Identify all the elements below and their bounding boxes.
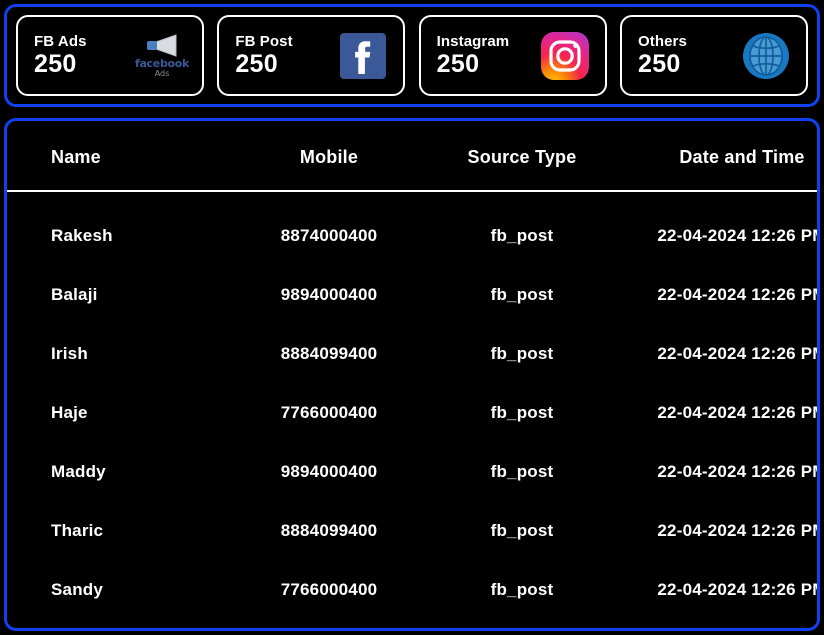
cell-date-time: 22-04-2024 12:26 PM — [657, 579, 820, 599]
stat-card-label: Instagram — [436, 33, 510, 50]
table-body: Rakesh 8874000400 fb_post 22-04-2024 12:… — [7, 191, 820, 619]
stat-card-text: FB Ads 250 — [34, 34, 87, 77]
stat-card-instagram[interactable]: Instagram 250 — [418, 15, 607, 96]
table-header: Name Mobile Source Type Date and Time — [7, 121, 817, 192]
table-row[interactable]: Sandy 7766000400 fb_post 22-04-2024 12:2… — [7, 560, 820, 619]
cell-source-type: fb_post — [490, 461, 554, 481]
stat-card-text: Instagram 250 — [437, 34, 510, 77]
leads-table-panel: Name Mobile Source Type Date and Time Ra… — [4, 118, 820, 631]
column-header-name[interactable]: Name — [7, 121, 231, 192]
stats-panel: FB Ads 250 facebook Ads FB Post 250 Inst… — [4, 4, 820, 107]
cell-mobile: 8884099400 — [280, 343, 378, 363]
facebook-icon — [337, 30, 389, 82]
stat-card-fb-ads[interactable]: FB Ads 250 facebook Ads — [16, 15, 204, 96]
facebook-ads-wordmark: facebook — [134, 57, 190, 70]
cell-name: Tharic — [51, 520, 104, 540]
table-row[interactable]: Irish 8884099400 fb_post 22-04-2024 12:2… — [7, 324, 820, 383]
cell-source-type: fb_post — [490, 579, 554, 599]
cell-name: Rakesh — [51, 225, 113, 245]
stat-card-others[interactable]: Others 250 — [619, 15, 808, 96]
cell-date-time: 22-04-2024 12:26 PM — [657, 225, 820, 245]
cell-mobile: 8884099400 — [280, 520, 378, 540]
globe-icon — [740, 30, 792, 82]
cell-name: Sandy — [51, 579, 104, 599]
cell-source-type: fb_post — [490, 225, 554, 245]
dashboard-page: FB Ads 250 facebook Ads FB Post 250 Inst… — [0, 0, 824, 635]
table-row[interactable]: Tharic 8884099400 fb_post 22-04-2024 12:… — [7, 501, 820, 560]
stat-card-value: 250 — [235, 50, 278, 78]
cell-mobile: 8874000400 — [280, 225, 378, 245]
cell-mobile: 9894000400 — [280, 284, 378, 304]
cell-mobile: 9894000400 — [280, 461, 378, 481]
stat-card-value: 250 — [34, 50, 77, 78]
stat-card-value: 250 — [637, 50, 681, 78]
table-row[interactable]: Haje 7766000400 fb_post 22-04-2024 12:26… — [7, 383, 820, 442]
cell-name: Balaji — [51, 284, 98, 304]
cell-mobile: 7766000400 — [280, 402, 378, 422]
cell-mobile: 7766000400 — [280, 579, 378, 599]
table-row[interactable]: Rakesh 8874000400 fb_post 22-04-2024 12:… — [7, 206, 820, 265]
table-header-row: Name Mobile Source Type Date and Time — [7, 121, 817, 192]
stat-card-fb-post[interactable]: FB Post 250 — [217, 15, 406, 96]
cell-name: Irish — [51, 343, 88, 363]
cell-source-type: fb_post — [490, 520, 554, 540]
stat-card-label: FB Ads — [34, 33, 87, 50]
stat-card-text: FB Post 250 — [235, 34, 292, 77]
instagram-icon — [539, 30, 591, 82]
cell-date-time: 22-04-2024 12:26 PM — [657, 284, 820, 304]
stat-card-label: FB Post — [235, 33, 293, 50]
cell-source-type: fb_post — [490, 284, 554, 304]
table-spacer — [7, 191, 817, 206]
cell-source-type: fb_post — [490, 343, 554, 363]
cell-date-time: 22-04-2024 12:26 PM — [657, 520, 820, 540]
stat-card-label: Others — [637, 33, 687, 50]
cell-date-time: 22-04-2024 12:26 PM — [657, 343, 820, 363]
column-header-mobile[interactable]: Mobile — [231, 121, 427, 192]
column-header-date-time[interactable]: Date and Time — [617, 121, 817, 192]
stat-card-text: Others 250 — [638, 34, 687, 77]
table-row[interactable]: Balaji 9894000400 fb_post 22-04-2024 12:… — [7, 265, 820, 324]
cell-source-type: fb_post — [490, 402, 554, 422]
stat-card-value: 250 — [436, 50, 480, 78]
cell-name: Haje — [51, 402, 88, 422]
column-header-source-type[interactable]: Source Type — [427, 121, 617, 192]
cell-date-time: 22-04-2024 12:26 PM — [657, 461, 820, 481]
cell-date-time: 22-04-2024 12:26 PM — [657, 402, 820, 422]
leads-table: Name Mobile Source Type Date and Time Ra… — [7, 121, 820, 619]
table-row[interactable]: Maddy 9894000400 fb_post 22-04-2024 12:2… — [7, 442, 820, 501]
cell-name: Maddy — [51, 461, 106, 481]
facebook-ads-icon: facebook Ads — [134, 30, 190, 82]
facebook-ads-sublabel: Ads — [154, 69, 170, 78]
